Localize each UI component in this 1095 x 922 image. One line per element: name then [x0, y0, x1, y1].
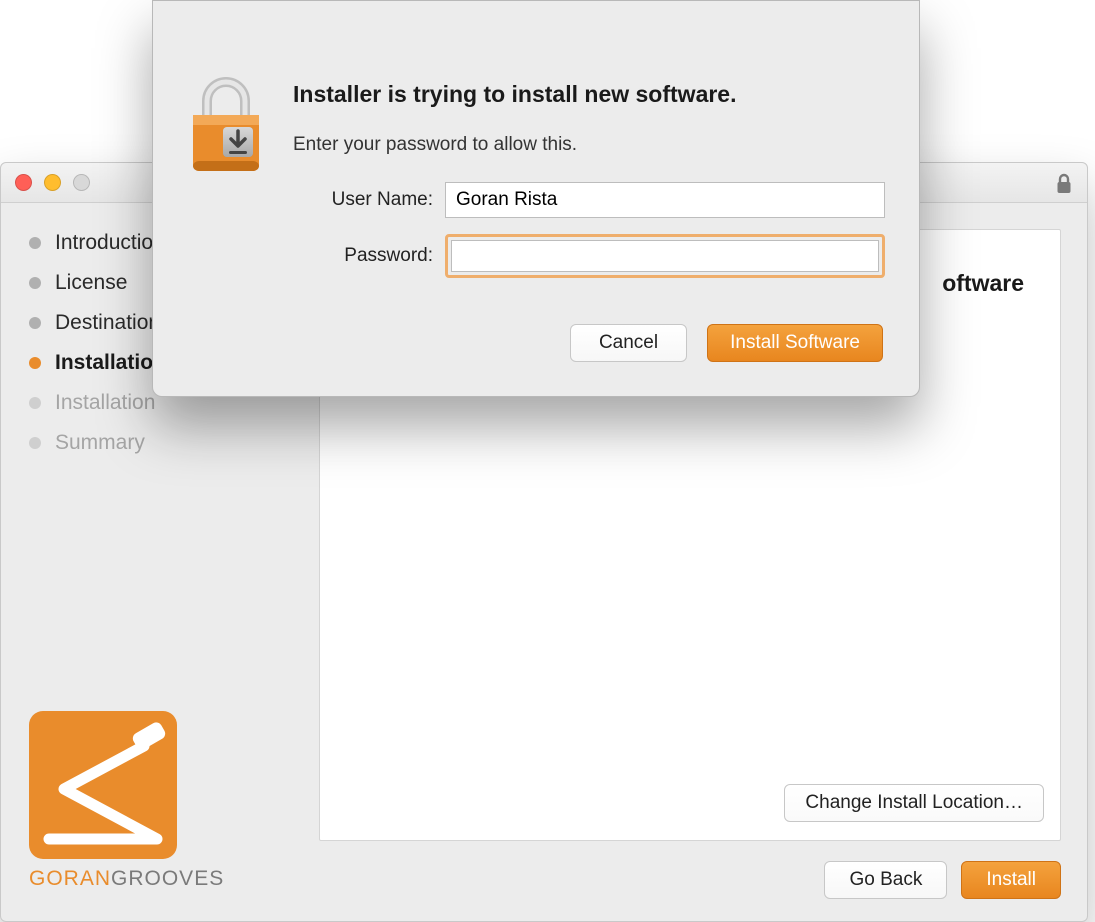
- username-label: User Name:: [293, 189, 433, 211]
- brand-text: GORANGROOVES: [29, 867, 319, 891]
- change-install-location-button[interactable]: Change Install Location…: [784, 784, 1044, 822]
- brand-logo: GORANGROOVES: [29, 711, 319, 891]
- bullet-icon: [29, 277, 41, 289]
- footer-buttons: Go Back Install: [824, 861, 1061, 899]
- auth-dialog: Installer is trying to install new softw…: [152, 0, 920, 397]
- password-label: Password:: [293, 245, 433, 267]
- lock-download-icon: [183, 31, 293, 362]
- auth-buttons: Cancel Install Software: [293, 324, 885, 362]
- minimize-window-button[interactable]: [44, 174, 61, 191]
- username-row: User Name:: [293, 182, 885, 218]
- step-label: Summary: [55, 431, 145, 455]
- go-back-button[interactable]: Go Back: [824, 861, 947, 899]
- window-controls: [15, 174, 90, 191]
- password-input[interactable]: [451, 240, 879, 272]
- bullet-icon: [29, 397, 41, 409]
- step-label: Installation: [55, 391, 155, 415]
- close-window-button[interactable]: [15, 174, 32, 191]
- bullet-icon: [29, 317, 41, 329]
- step-label: License: [55, 271, 127, 295]
- bullet-icon: [29, 357, 41, 369]
- content-heading: oftware: [942, 270, 1024, 297]
- bullet-icon: [29, 237, 41, 249]
- lock-icon: [1055, 173, 1073, 195]
- password-row: Password:: [293, 234, 885, 278]
- auth-title: Installer is trying to install new softw…: [293, 81, 885, 108]
- brand-prefix: GORAN: [29, 867, 111, 890]
- auth-main: Installer is trying to install new softw…: [293, 31, 885, 362]
- cancel-button[interactable]: Cancel: [570, 324, 687, 362]
- step-label: Introduction: [55, 231, 165, 255]
- bullet-icon: [29, 437, 41, 449]
- install-button[interactable]: Install: [961, 861, 1061, 899]
- brand-mark: [29, 711, 177, 859]
- brand-suffix: GROOVES: [111, 867, 224, 890]
- step-summary: Summary: [29, 431, 319, 455]
- username-input[interactable]: [445, 182, 885, 218]
- password-focus-ring: [445, 234, 885, 278]
- zoom-window-button[interactable]: [73, 174, 90, 191]
- install-software-button[interactable]: Install Software: [707, 324, 883, 362]
- auth-subtitle: Enter your password to allow this.: [293, 134, 885, 156]
